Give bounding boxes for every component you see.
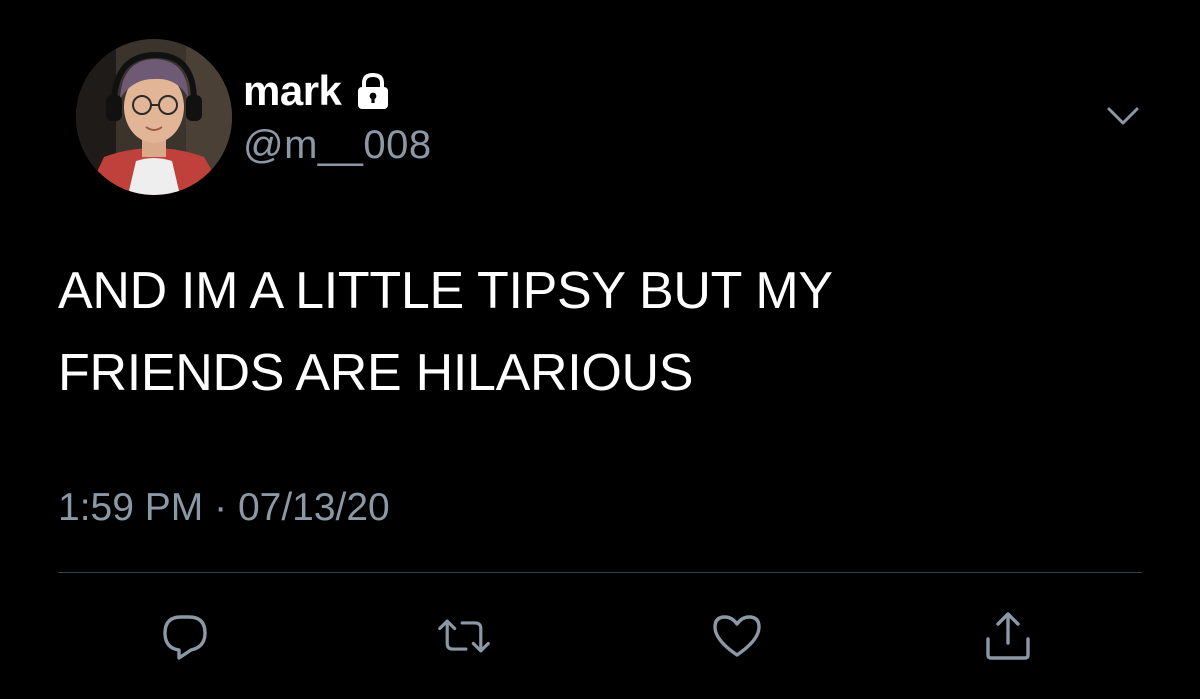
like-button[interactable] [709, 608, 765, 664]
lock-icon [353, 71, 393, 111]
user-handle[interactable]: @m__008 [243, 122, 432, 168]
tweet-text-line: FRIENDS ARE HILARIOUS [58, 344, 694, 402]
tweet-text: AND IM A LITTLE TIPSY BUT MY FRIENDS ARE… [58, 250, 1138, 414]
chevron-down-icon[interactable] [1103, 100, 1143, 130]
tweet-card: mark @m__008 AND IM A LITTLE TIPSY BUT M… [0, 0, 1200, 699]
share-button[interactable] [980, 608, 1036, 664]
timestamp-separator: · [214, 486, 228, 529]
tweet-timestamp[interactable]: 1:59 PM · 07/13/20 [58, 484, 390, 532]
reply-icon [163, 615, 207, 660]
heart-icon [713, 615, 761, 657]
display-name[interactable]: mark [243, 68, 342, 114]
tweet-time: 1:59 PM [58, 486, 204, 529]
divider [58, 572, 1142, 573]
retweet-icon [438, 619, 490, 653]
tweet-date: 07/13/20 [237, 486, 390, 529]
reply-button[interactable] [157, 608, 213, 664]
avatar[interactable] [76, 39, 232, 195]
profile-photo-icon [76, 39, 232, 195]
retweet-button[interactable] [436, 608, 492, 664]
user-name-row: mark [243, 68, 393, 114]
tweet-text-line: AND IM A LITTLE TIPSY BUT MY [58, 262, 833, 320]
share-icon [986, 612, 1030, 660]
